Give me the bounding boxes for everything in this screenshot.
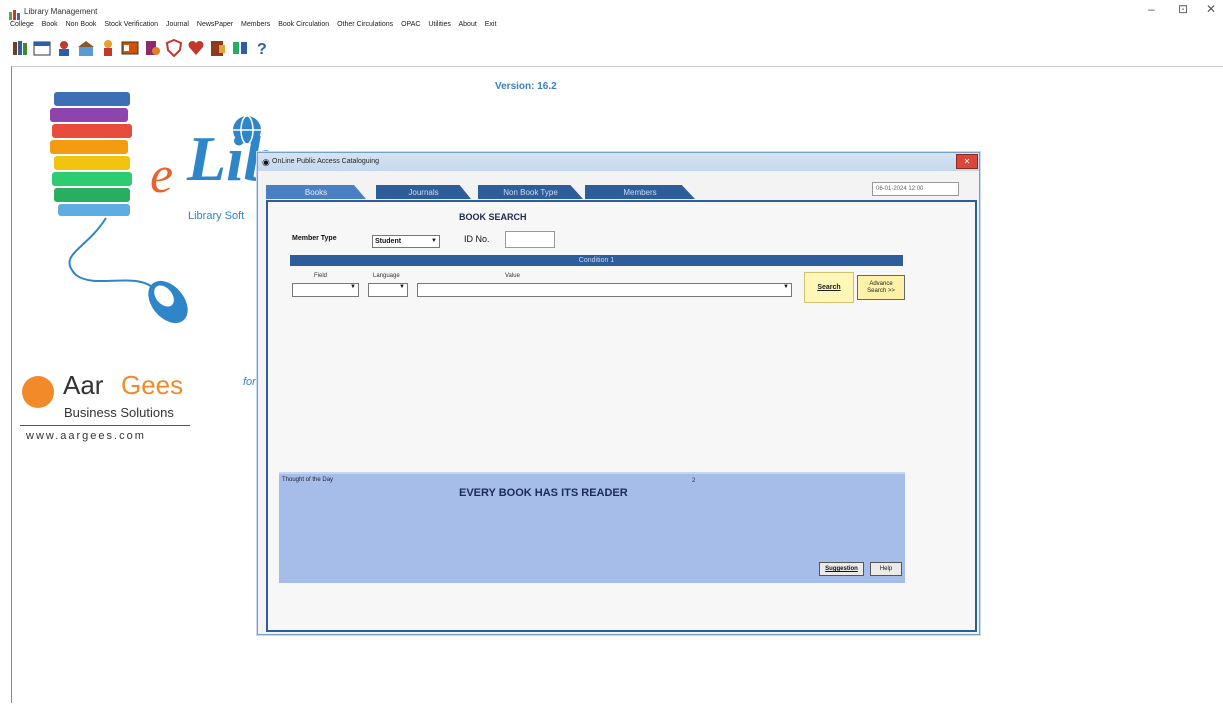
menu-members[interactable]: Members: [241, 21, 270, 28]
toolbar: ?: [10, 37, 272, 63]
dialog-title: OnLine Public Access Cataloguing: [272, 158, 380, 165]
thought-text: EVERY BOOK HAS ITS READER: [459, 487, 628, 499]
library-icon[interactable]: [76, 37, 96, 59]
svg-text:?: ?: [257, 41, 267, 57]
language-select[interactable]: ▼: [368, 283, 408, 297]
member-type-label: Member Type: [292, 235, 337, 242]
calendar-icon[interactable]: [32, 37, 52, 59]
books-panel: BOOK SEARCH Member Type Student ▼ ID No.…: [266, 200, 977, 632]
id-no-label: ID No.: [464, 234, 490, 244]
minimize-button[interactable]: –: [1148, 2, 1155, 16]
menu-opac[interactable]: OPAC: [401, 21, 420, 28]
transfer-icon[interactable]: [230, 37, 250, 59]
dialog-close-button[interactable]: ✕: [956, 154, 978, 169]
company-name-part2: Gees: [121, 370, 184, 400]
menu-exit[interactable]: Exit: [485, 21, 497, 28]
shield-icon[interactable]: [164, 37, 184, 59]
tab-members[interactable]: Members: [585, 185, 695, 199]
page-title: BOOK SEARCH: [459, 212, 527, 222]
chevron-down-icon: ▼: [783, 284, 789, 290]
menu-non-book[interactable]: Non Book: [66, 21, 97, 28]
window-title: Library Management: [24, 7, 98, 16]
company-name-part1: Aar: [63, 370, 104, 400]
datetime-picker[interactable]: 06-01-2024 12:00: [872, 182, 959, 196]
menu-stock-verification[interactable]: Stock Verification: [104, 21, 158, 28]
field-select[interactable]: ▼: [292, 283, 359, 297]
tagline-fragment: for: [243, 376, 256, 388]
search-button[interactable]: Search: [804, 272, 854, 303]
dialog-titlebar: ◉ OnLine Public Access Cataloguing ✕: [258, 153, 979, 171]
book-stack-logo-icon: [46, 90, 196, 335]
help-icon[interactable]: ?: [252, 37, 272, 59]
id-card-icon[interactable]: [120, 37, 140, 59]
globe-icon: [231, 114, 263, 151]
app-icon: [9, 7, 21, 20]
reader-icon[interactable]: [98, 37, 118, 59]
books-icon[interactable]: [10, 37, 30, 59]
menu-newspaper[interactable]: NewsPaper: [197, 21, 233, 28]
thought-label: Thought of the Day: [282, 477, 334, 483]
company-url: www.aargees.com: [26, 430, 146, 442]
advance-search-button[interactable]: Advance Search >>: [857, 275, 905, 300]
menu-other-circulations[interactable]: Other Circulations: [337, 21, 393, 28]
member-icon[interactable]: [54, 37, 74, 59]
field-label: Field: [314, 273, 328, 279]
tab-non-book-type[interactable]: Non Book Type: [478, 185, 583, 199]
member-type-value: Student: [375, 238, 402, 245]
value-label: Value: [505, 273, 520, 279]
close-window-button[interactable]: ✕: [1206, 2, 1216, 16]
company-divider: [20, 425, 190, 426]
suggestion-button[interactable]: Suggestion: [819, 562, 864, 576]
member-type-select[interactable]: Student ▼: [372, 235, 440, 248]
condition-header: Condition 1: [290, 255, 903, 266]
value-select[interactable]: ▼: [417, 283, 792, 297]
id-no-input[interactable]: [505, 231, 555, 248]
maximize-button[interactable]: ⊡: [1178, 2, 1188, 16]
advance-search-label-line1: Advance: [869, 280, 893, 287]
version-label: Version: 16.2: [495, 81, 557, 92]
heart-book-icon[interactable]: [186, 37, 206, 59]
menu-utilities[interactable]: Utilities: [428, 21, 451, 28]
menu-journal[interactable]: Journal: [166, 21, 189, 28]
logo-subtitle: Library Soft: [188, 210, 245, 222]
menu-college[interactable]: College: [10, 21, 34, 28]
chevron-down-icon: ▼: [431, 238, 437, 244]
book-issue-icon[interactable]: [142, 37, 162, 59]
opac-dialog: ◉ OnLine Public Access Cataloguing ✕ Boo…: [257, 152, 980, 635]
advance-search-label-line2: Search >>: [867, 287, 895, 294]
chevron-down-icon: ▼: [350, 284, 356, 290]
door-book-icon[interactable]: [208, 37, 228, 59]
logo-letter-e: e: [150, 147, 174, 204]
company-subtitle: Business Solutions: [64, 405, 174, 420]
language-label: Language: [373, 273, 400, 279]
tab-journals[interactable]: Journals: [376, 185, 471, 199]
menu-book[interactable]: Book: [42, 21, 58, 28]
help-button[interactable]: Help: [870, 562, 902, 576]
aargees-logo-icon: [22, 376, 54, 408]
window-titlebar: Library Management – ⊡ ✕: [0, 0, 1223, 20]
thought-of-the-day-panel: Thought of the Day EVERY BOOK HAS ITS RE…: [279, 472, 905, 583]
tab-books[interactable]: Books: [266, 185, 366, 199]
thought-number: 2: [692, 478, 696, 484]
menu-about[interactable]: About: [459, 21, 477, 28]
menu-bar: College Book Non Book Stock Verification…: [10, 21, 502, 33]
chevron-down-icon: ▼: [399, 284, 405, 290]
binoculars-icon: ◉: [262, 157, 270, 167]
menu-book-circulation[interactable]: Book Circulation: [278, 21, 329, 28]
